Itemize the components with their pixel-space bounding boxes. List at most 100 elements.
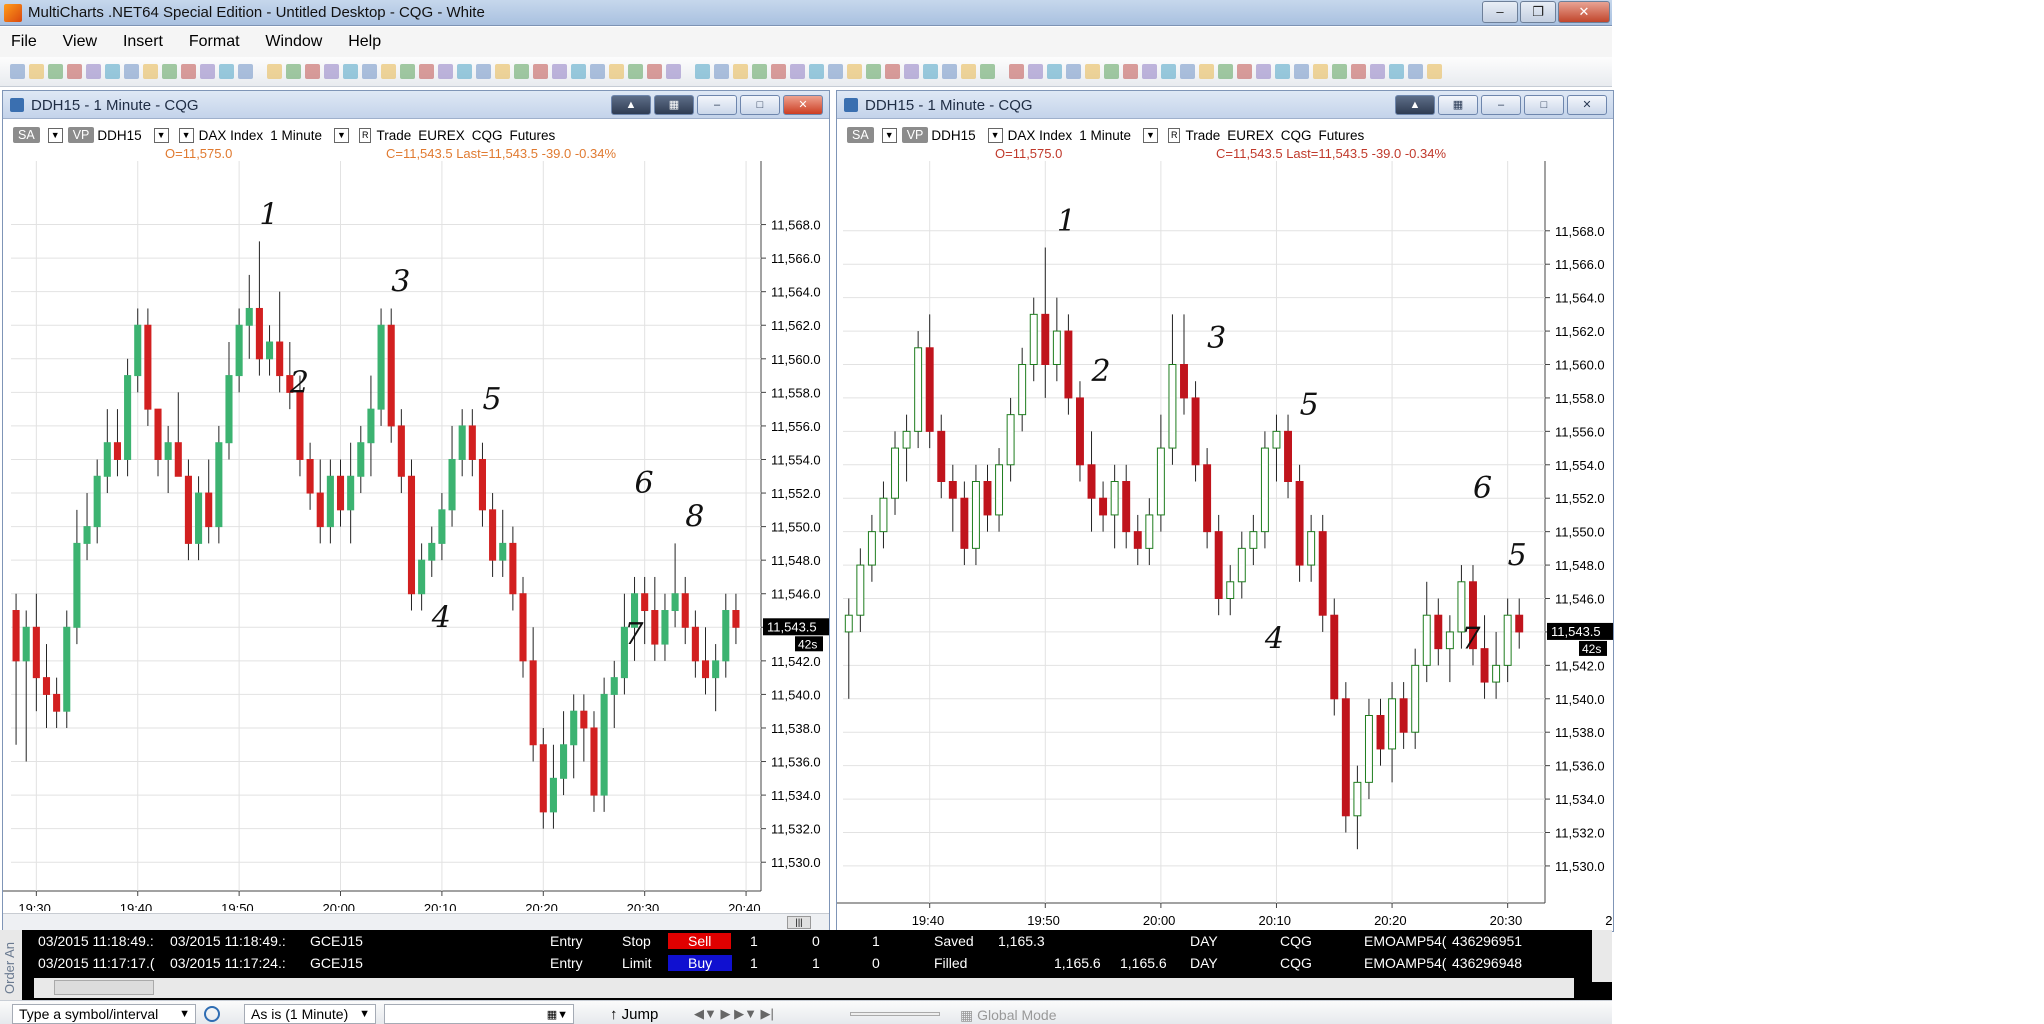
toolbar-tool-icon[interactable] — [552, 64, 567, 79]
jump-button[interactable]: ↑ Jump — [610, 1006, 658, 1023]
interval-dropdown-icon[interactable]: ▼ — [333, 127, 349, 143]
toolbar-tool-icon[interactable] — [1085, 64, 1100, 79]
chart-close-button[interactable]: ✕ — [1567, 95, 1607, 115]
symbol-dropdown-icon[interactable]: ▼ — [153, 127, 169, 143]
toolbar-tool-icon[interactable] — [1180, 64, 1195, 79]
toolbar-tool-icon[interactable] — [942, 64, 957, 79]
toolbar-tool-icon[interactable] — [514, 64, 529, 79]
order-tracker-side-tab[interactable]: Order An — [0, 930, 22, 1006]
menu-insert[interactable]: Insert — [112, 27, 174, 51]
toolbar-tool-icon[interactable] — [286, 64, 301, 79]
toolbar-tool-icon[interactable] — [590, 64, 605, 79]
pin-button[interactable]: ▲ — [1395, 95, 1435, 115]
price-chart-right[interactable]: 11,568.0 11,566.0 11,564.0 11,562.0 11,560.0… — [837, 161, 1613, 931]
toolbar-tool-icon[interactable] — [809, 64, 824, 79]
sa-dropdown-icon[interactable]: ▼ — [47, 127, 63, 143]
toolbar-tool-icon[interactable] — [10, 64, 25, 79]
toolbar-tool-icon[interactable] — [904, 64, 919, 79]
vp-badge[interactable]: VP — [67, 127, 95, 143]
toolbar-tool-icon[interactable] — [124, 64, 139, 79]
toolbar-tool-icon[interactable] — [219, 64, 234, 79]
minimize-button[interactable]: – — [1482, 1, 1518, 23]
toolbar-tool-icon[interactable] — [961, 64, 976, 79]
toolbar-tool-icon[interactable] — [29, 64, 44, 79]
scroll-thumb[interactable]: ||| — [787, 916, 811, 929]
close-button[interactable]: ✕ — [1558, 1, 1610, 23]
toolbar-tool-icon[interactable] — [790, 64, 805, 79]
toolbar-tool-icon[interactable] — [1142, 64, 1157, 79]
toolbar-tool-icon[interactable] — [181, 64, 196, 79]
global-mode-button[interactable]: ▦ Global Mode — [960, 1007, 1057, 1024]
toolbar-tool-icon[interactable] — [1199, 64, 1214, 79]
toolbar-tool-icon[interactable] — [1104, 64, 1119, 79]
orders-vertical-scrollbar[interactable] — [1592, 930, 1612, 982]
price-chart-left[interactable]: 11,568.0 11,566.0 11,564.0 11,562.0 11,560.0… — [3, 161, 829, 911]
r-badge[interactable]: R — [358, 127, 372, 143]
scroll-thumb[interactable] — [54, 980, 154, 995]
symbol-interval-input[interactable]: Type a symbol/interval ▼ — [12, 1004, 196, 1024]
toolbar-tool-icon[interactable] — [695, 64, 710, 79]
toolbar-tool-icon[interactable] — [324, 64, 339, 79]
toolbar-tool-icon[interactable] — [733, 64, 748, 79]
toolbar-tool-icon[interactable] — [238, 64, 253, 79]
menu-file[interactable]: File — [0, 27, 48, 51]
interval-dropdown-icon[interactable]: ▼ — [1142, 127, 1158, 143]
menu-view[interactable]: View — [52, 27, 108, 51]
toolbar-tool-icon[interactable] — [419, 64, 434, 79]
toolbar-tool-icon[interactable] — [1009, 64, 1024, 79]
toolbar-tool-icon[interactable] — [647, 64, 662, 79]
list-dropdown-icon[interactable]: ▼ — [178, 127, 194, 143]
toolbar-tool-icon[interactable] — [105, 64, 120, 79]
toolbar-tool-icon[interactable] — [1389, 64, 1404, 79]
toolbar-tool-icon[interactable] — [609, 64, 624, 79]
toolbar-tool-icon[interactable] — [571, 64, 586, 79]
toolbar-tool-icon[interactable] — [495, 64, 510, 79]
sa-badge[interactable]: SA — [13, 127, 40, 143]
zoom-slider[interactable] — [850, 1012, 940, 1016]
chevron-down-icon[interactable]: ▼ — [179, 1008, 190, 1020]
toolbar-tool-icon[interactable] — [866, 64, 881, 79]
toolbar-tool-icon[interactable] — [628, 64, 643, 79]
restore-tile-button[interactable]: ▦ — [1438, 95, 1478, 115]
toolbar-tool-icon[interactable] — [143, 64, 158, 79]
chevron-down-icon[interactable]: ▼ — [359, 1008, 370, 1020]
toolbar-tool-icon[interactable] — [267, 64, 282, 79]
toolbar-tool-icon[interactable] — [400, 64, 415, 79]
toolbar-tool-icon[interactable] — [305, 64, 320, 79]
toolbar-tool-icon[interactable] — [923, 64, 938, 79]
toolbar-tool-icon[interactable] — [1237, 64, 1252, 79]
toolbar-tool-icon[interactable] — [666, 64, 681, 79]
toolbar-tool-icon[interactable] — [1028, 64, 1043, 79]
globe-icon[interactable] — [204, 1006, 220, 1022]
menu-format[interactable]: Format — [178, 27, 251, 51]
toolbar-tool-icon[interactable] — [1351, 64, 1366, 79]
toolbar-tool-icon[interactable] — [362, 64, 377, 79]
chart-close-button[interactable]: ✕ — [783, 95, 823, 115]
toolbar-tool-icon[interactable] — [457, 64, 472, 79]
interval-select[interactable]: As is (1 Minute) ▼ — [244, 1004, 376, 1024]
toolbar-tool-icon[interactable] — [1123, 64, 1138, 79]
toolbar-tool-icon[interactable] — [771, 64, 786, 79]
toolbar-tool-icon[interactable] — [1066, 64, 1081, 79]
list-dropdown-icon[interactable]: ▼ — [987, 127, 1003, 143]
sa-dropdown-icon[interactable]: ▼ — [881, 127, 897, 143]
toolbar-tool-icon[interactable] — [381, 64, 396, 79]
toolbar-tool-icon[interactable] — [533, 64, 548, 79]
restore-tile-button[interactable]: ▦ — [654, 95, 694, 115]
toolbar-tool-icon[interactable] — [476, 64, 491, 79]
toolbar-tool-icon[interactable] — [1408, 64, 1423, 79]
toolbar-tool-icon[interactable] — [200, 64, 215, 79]
sa-badge[interactable]: SA — [847, 127, 874, 143]
r-badge[interactable]: R — [1167, 127, 1181, 143]
pin-button[interactable]: ▲ — [611, 95, 651, 115]
chart-maximize-button[interactable]: □ — [740, 95, 780, 115]
toolbar-tool-icon[interactable] — [847, 64, 862, 79]
toolbar-tool-icon[interactable] — [86, 64, 101, 79]
toolbar-tool-icon[interactable] — [980, 64, 995, 79]
toolbar-tool-icon[interactable] — [885, 64, 900, 79]
toolbar-tool-icon[interactable] — [1256, 64, 1271, 79]
vp-badge[interactable]: VP — [901, 127, 929, 143]
toolbar-tool-icon[interactable] — [1332, 64, 1347, 79]
chart-maximize-button[interactable]: □ — [1524, 95, 1564, 115]
jump-date-input[interactable]: ▦▼ — [384, 1004, 574, 1024]
